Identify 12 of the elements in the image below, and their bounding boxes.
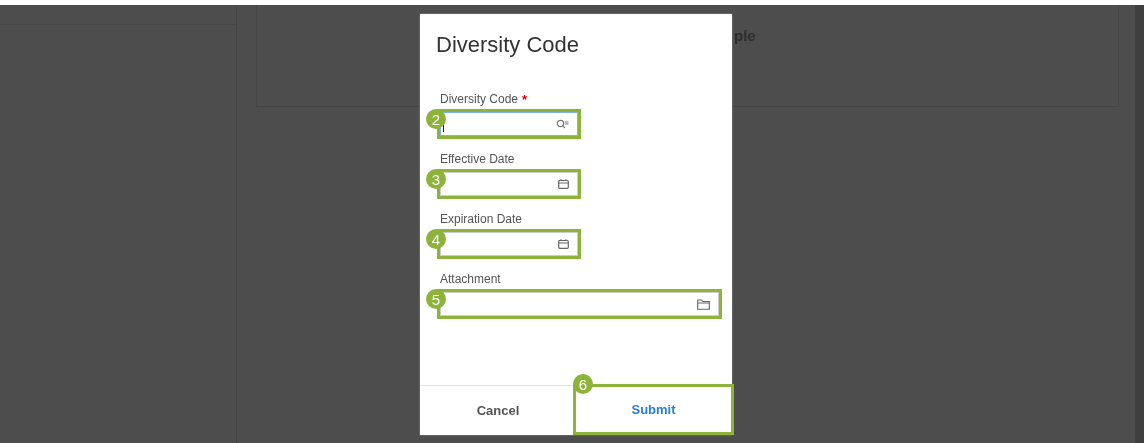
step-badge: 3 — [426, 169, 446, 189]
field-label: Attachment — [440, 272, 501, 286]
step-badge: 5 — [426, 289, 446, 309]
cancel-button[interactable]: Cancel — [420, 386, 576, 435]
dialog-title: Diversity Code — [435, 31, 581, 59]
field-label: Expiration Date — [440, 212, 523, 226]
field-label: Effective Date — [440, 152, 515, 166]
step-badge: 6 — [573, 374, 593, 394]
field-label: Diversity Code — [440, 92, 519, 106]
step-badge: 2 — [426, 109, 446, 129]
step-badge: 4 — [426, 229, 446, 249]
required-mark: * — [522, 92, 528, 107]
